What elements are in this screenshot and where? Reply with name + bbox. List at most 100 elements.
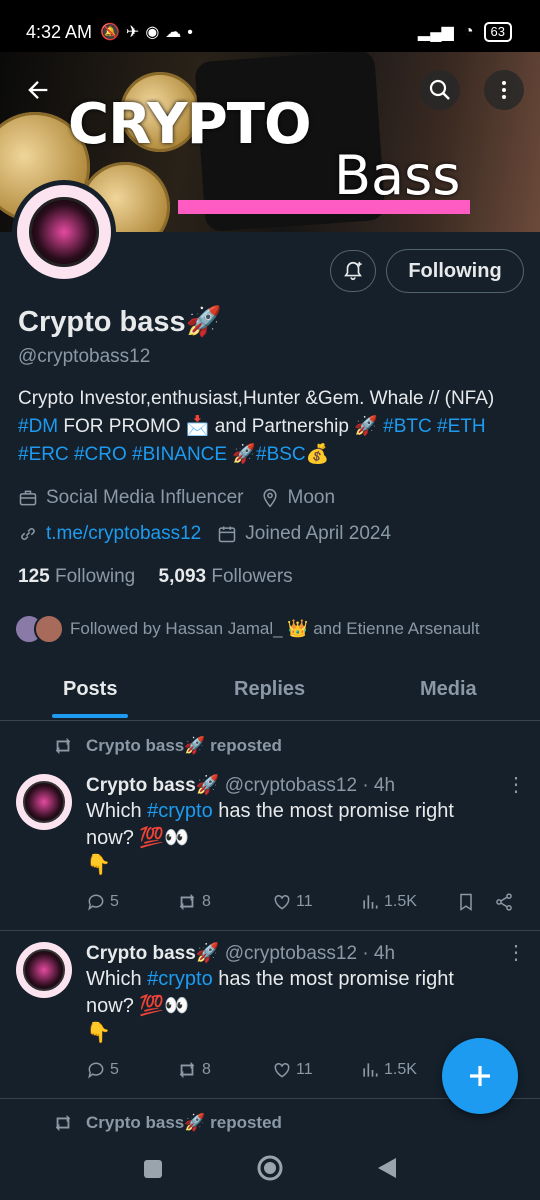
profile-link[interactable]: t.me/cryptobass12 (46, 523, 201, 545)
repost-icon (179, 893, 195, 911)
search-button[interactable] (420, 70, 460, 110)
tab-media[interactable]: Media (420, 678, 477, 701)
post-actions: 5 8 11 1.5K (86, 892, 526, 916)
back-arrow-icon (28, 81, 48, 99)
home-icon[interactable] (256, 1154, 284, 1182)
system-navigation-bar (0, 1140, 540, 1200)
profile-joined: Joined April 2024 (245, 523, 392, 544)
profile-meta-row: Social Media Influencer Moon (18, 487, 335, 509)
like-button[interactable]: 11 (272, 1060, 313, 1080)
bio-text: 💰 (305, 444, 330, 465)
more-vertical-icon (502, 81, 506, 99)
bio-text: 🚀 (227, 444, 257, 465)
repost-icon (55, 737, 71, 755)
back-triangle-icon[interactable] (376, 1156, 398, 1180)
repost-indicator: Crypto bass🚀 reposted (52, 1113, 282, 1133)
calendar-icon (219, 526, 236, 543)
post-text: Which #crypto has the most promise right… (86, 968, 454, 1044)
tab-posts[interactable]: Posts (63, 678, 117, 701)
post-header: Crypto bass🚀 @cryptobass12 · 4h (86, 773, 395, 797)
banner-subtitle: Bass (334, 144, 461, 207)
profile-category: Social Media Influencer (46, 487, 244, 508)
banner-accent-bar (178, 200, 470, 214)
compose-post-button[interactable] (442, 1038, 518, 1114)
following-button[interactable]: Following (386, 249, 524, 293)
post-header: Crypto bass🚀 @cryptobass12 · 4h (86, 941, 395, 965)
reply-icon (88, 1062, 104, 1079)
profile-location: Moon (287, 487, 336, 508)
post-avatar[interactable] (16, 942, 72, 998)
plus-icon (470, 1066, 490, 1086)
post-author[interactable]: Crypto bass🚀 (86, 775, 219, 796)
bio-hashtag[interactable]: #BTC (383, 416, 432, 437)
active-tab-indicator (52, 714, 128, 718)
repost-button[interactable]: 8 (176, 892, 211, 912)
bio-hashtag[interactable]: #BSC (256, 444, 306, 465)
post-hashtag[interactable]: #crypto (147, 968, 213, 990)
bell-plus-icon (344, 261, 362, 281)
follow-counts: 125 Following 5,093 Followers (18, 566, 293, 588)
views-button[interactable]: 1.5K (360, 892, 417, 912)
briefcase-icon (19, 490, 37, 506)
like-button[interactable]: 11 (272, 892, 313, 912)
views-chart-icon (363, 895, 378, 909)
more-vertical-icon: ⋮ (506, 774, 526, 796)
bio-text: Crypto Investor,enthusiast,Hunter &Gem. … (18, 388, 495, 409)
signal-icon: ▂▄▆ (417, 24, 454, 41)
repost-indicator: Crypto bass🚀 reposted (52, 736, 282, 756)
reply-button[interactable]: 5 (86, 892, 119, 912)
notification-icons: 🔕✈◉☁• (100, 24, 199, 41)
post-meta: @cryptobass12 · 4h (224, 943, 396, 964)
post-author[interactable]: Crypto bass🚀 (86, 943, 219, 964)
repost-icon (179, 1061, 195, 1079)
bio-hashtag[interactable]: #DM (18, 416, 58, 437)
profile-meta-row-2: t.me/cryptobass12 Joined April 2024 (18, 523, 391, 545)
reply-icon (88, 894, 104, 911)
bio-text: FOR PROMO 📩 and Partnership 🚀 (58, 416, 384, 437)
heart-icon (274, 1062, 290, 1078)
status-time: 4:32 AM (26, 22, 93, 42)
bio-hashtag[interactable]: #ERC (18, 444, 69, 465)
back-button[interactable] (18, 70, 58, 110)
following-count-link[interactable]: 125 Following (18, 566, 135, 587)
more-options-button[interactable] (484, 70, 524, 110)
bookmark-button[interactable] (456, 892, 476, 912)
bookmark-icon (460, 893, 472, 911)
views-chart-icon (363, 1063, 378, 1077)
battery-icon: 63 (483, 22, 512, 42)
banner-title: CRYPTO (68, 92, 312, 157)
profile-avatar[interactable] (12, 180, 116, 284)
search-icon (429, 79, 450, 100)
profile-tabs: Posts Replies Media (0, 668, 540, 721)
follower-avatar (34, 614, 64, 644)
recent-apps-icon[interactable] (142, 1158, 164, 1180)
more-vertical-icon: ⋮ (506, 942, 526, 964)
post-hashtag[interactable]: #crypto (147, 800, 213, 822)
post-text: Which #crypto has the most promise right… (86, 800, 454, 876)
bio-hashtag[interactable]: #ETH (437, 416, 486, 437)
repost-button[interactable]: 8 (176, 1060, 211, 1080)
views-button[interactable]: 1.5K (360, 1060, 417, 1080)
post-more-button[interactable]: ⋮ (506, 940, 526, 965)
profile-name: Crypto bass🚀 (18, 306, 222, 338)
followed-by-row[interactable]: Followed by Hassan Jamal_ 👑 and Etienne … (14, 614, 480, 644)
share-button[interactable] (494, 892, 514, 912)
notifications-bell-button[interactable] (330, 250, 376, 292)
link-icon (21, 528, 35, 540)
status-bar: 4:32 AM 🔕✈◉☁• ▂▄▆ ◔ 63 (0, 0, 540, 52)
bio-hashtag[interactable]: #CRO (74, 444, 127, 465)
heart-icon (274, 894, 290, 910)
profile-handle: @cryptobass12 (18, 346, 151, 367)
post-more-button[interactable]: ⋮ (506, 772, 526, 797)
bio-hashtag[interactable]: #BINANCE (132, 444, 227, 465)
followers-count-link[interactable]: 5,093 Followers (159, 566, 293, 587)
wifi-icon: ◔ (463, 23, 474, 40)
location-pin-icon (262, 488, 277, 508)
profile-bio: Crypto Investor,enthusiast,Hunter &Gem. … (18, 385, 528, 469)
avatar-logo (29, 197, 99, 267)
share-icon (496, 893, 512, 911)
post-avatar[interactable] (16, 774, 72, 830)
tab-replies[interactable]: Replies (234, 678, 305, 701)
followed-by-text: Followed by Hassan Jamal_ 👑 and Etienne … (70, 619, 480, 638)
reply-button[interactable]: 5 (86, 1060, 119, 1080)
